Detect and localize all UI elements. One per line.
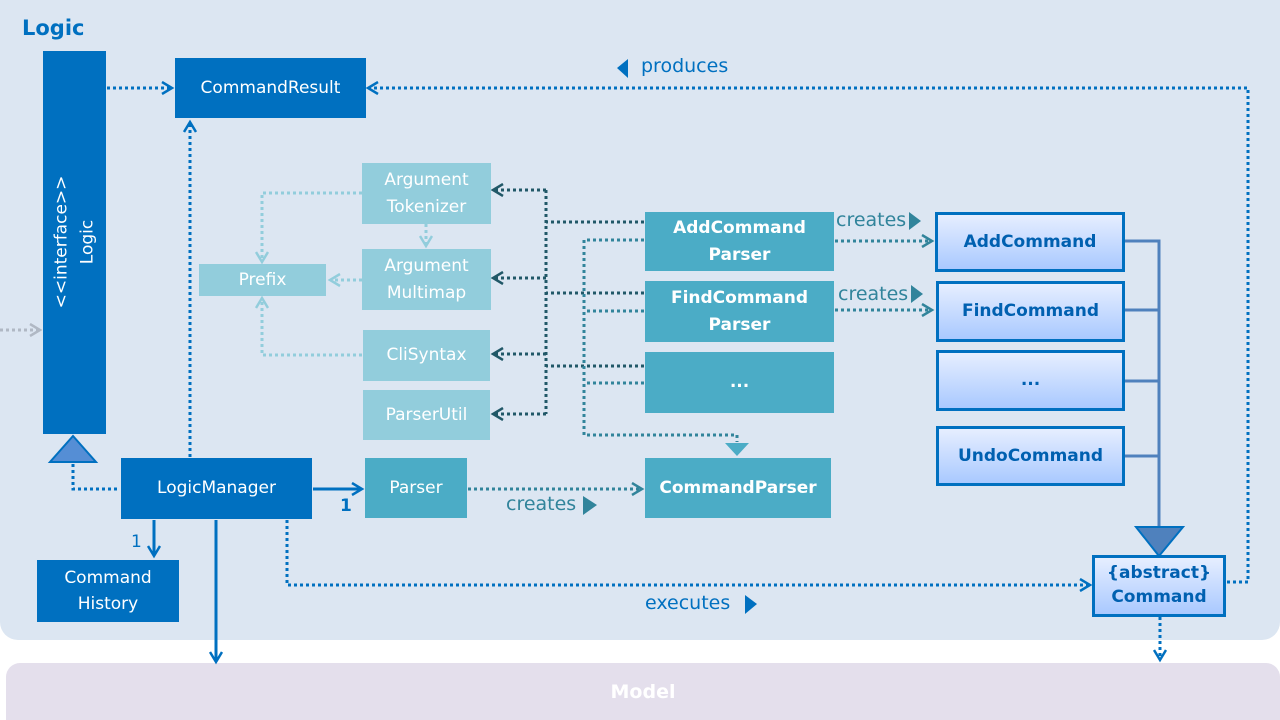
logic-interface-label: <<interface>> Logic [51, 175, 98, 309]
creates-add-direction-icon [909, 212, 921, 230]
class-command-parser[interactable]: CommandParser [645, 458, 831, 518]
creates-parser-label: creates [506, 493, 577, 515]
class-parser[interactable]: Parser [365, 458, 467, 518]
class-more-commands[interactable]: ... [936, 350, 1125, 411]
executes-arrow [285, 520, 1090, 585]
class-find-command[interactable]: FindCommand [936, 281, 1125, 342]
commandparser-realization-triangle [725, 443, 749, 456]
generalization-triangle [1133, 526, 1186, 558]
history-multiplicity: 1 [131, 532, 142, 552]
class-parser-util[interactable]: ParserUtil [363, 390, 490, 440]
executes-label: executes [645, 592, 731, 614]
class-add-command-parser[interactable]: AddCommand Parser [645, 212, 834, 271]
interface-realization-triangle [47, 434, 99, 463]
class-cli-syntax[interactable]: CliSyntax [363, 330, 490, 381]
class-logic-manager[interactable]: LogicManager [121, 458, 312, 519]
produces-label: produces [641, 55, 729, 77]
creates-find-direction-icon [911, 285, 923, 303]
class-command-history[interactable]: Command History [37, 560, 179, 622]
class-argument-tokenizer[interactable]: Argument Tokenizer [362, 163, 491, 224]
tokenizer-to-prefix-arrow [262, 191, 362, 262]
class-prefix[interactable]: Prefix [199, 264, 326, 296]
creates-find-label: creates [838, 283, 909, 305]
inheritance-tree [1125, 239, 1161, 527]
creates-parser-direction-icon [583, 496, 597, 515]
parser-multiplicity: 1 [340, 496, 352, 516]
class-find-command-parser[interactable]: FindCommand Parser [645, 281, 834, 342]
class-argument-multimap[interactable]: Argument Multimap [362, 249, 491, 310]
class-add-command[interactable]: AddCommand [935, 212, 1125, 272]
class-command-result[interactable]: CommandResult [175, 58, 366, 118]
realization-line [71, 464, 120, 491]
class-more-parsers[interactable]: ... [645, 352, 834, 413]
clisyntax-to-prefix-arrow [262, 298, 362, 357]
class-abstract-command[interactable]: {abstract} Command [1092, 555, 1226, 617]
executes-direction-icon [745, 595, 757, 614]
creates-add-label: creates [836, 209, 907, 231]
produces-direction-icon [617, 59, 628, 78]
class-undo-command[interactable]: UndoCommand [936, 426, 1125, 486]
